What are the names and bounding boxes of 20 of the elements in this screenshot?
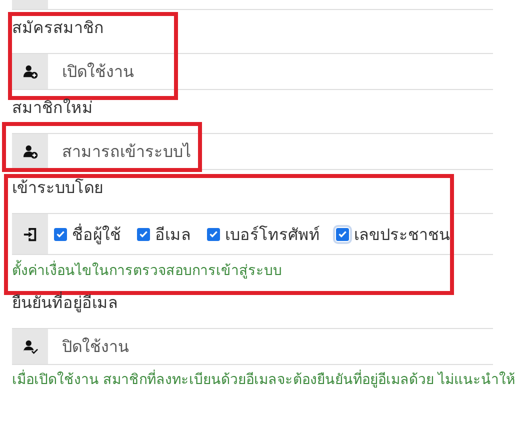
user-check-icon — [22, 339, 38, 354]
field-label: ยืนยันที่อยู่อีเมล — [12, 285, 520, 328]
help-text: ตั้งค่าเงื่อนไขในการตรวจสอบการเข้าสู่ระบบ — [12, 259, 283, 281]
checkbox[interactable] — [207, 228, 220, 240]
help-text: เมื่อเปิดใช้งาน สมาชิกที่ลงทะเบียนด้วยอีเมลจะต้องยืนยันที่อยู่อีเมลด้วย ไม่แนะนำให้ — [12, 368, 516, 390]
checkbox-label[interactable]: ชื่อผู้ใช้ — [72, 222, 121, 246]
select-field[interactable]: เปิดใช้งาน — [12, 53, 493, 90]
field-label: สมัครสมาชิก — [12, 19, 105, 39]
checkbox[interactable] — [137, 228, 150, 240]
checkbox-label[interactable]: เบอร์โทรศัพท์ — [225, 222, 320, 246]
field-label: สมาชิกใหม่ — [12, 98, 94, 119]
sign-in-icon — [22, 226, 38, 242]
select-field[interactable]: สามารถเข้าระบบไ — [12, 133, 493, 170]
checkbox[interactable] — [54, 228, 67, 240]
field-label: เข้าระบบโดย — [12, 178, 104, 199]
user-plus-icon — [22, 144, 38, 159]
checkbox-label[interactable]: เลขประชาชน — [354, 222, 450, 246]
checkbox-label[interactable]: อีเมล — [155, 222, 191, 246]
user-plus-icon — [22, 64, 38, 79]
select-field[interactable]: ปิดใช้งาน — [12, 328, 493, 365]
